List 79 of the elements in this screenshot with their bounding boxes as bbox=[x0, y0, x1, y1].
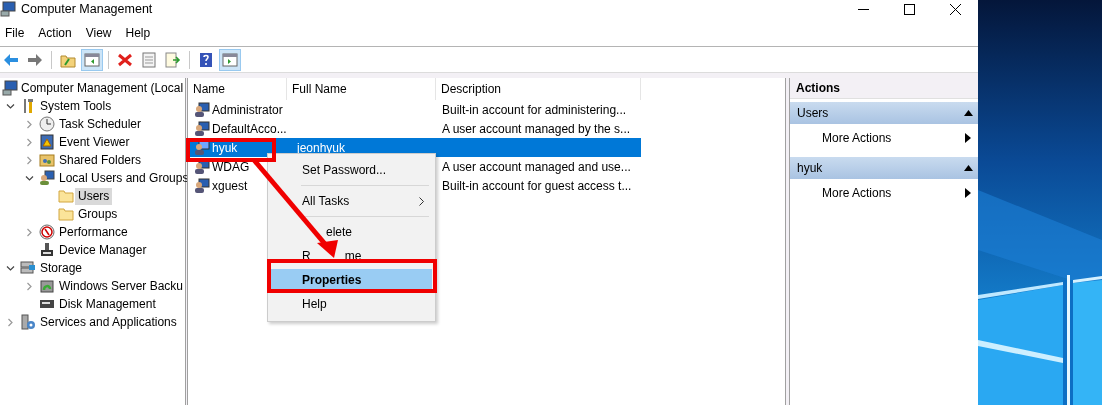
chevron-down-icon bbox=[5, 101, 15, 111]
shared-folder-icon bbox=[39, 152, 55, 168]
properties-icon bbox=[141, 51, 157, 68]
users-icon bbox=[39, 170, 55, 186]
tree-item[interactable]: Groups bbox=[75, 205, 121, 223]
chevron-down-icon bbox=[24, 173, 34, 183]
table-cell: Administrator bbox=[212, 102, 283, 117]
menu-item[interactable]: Help bbox=[119, 26, 159, 40]
services-icon bbox=[20, 314, 36, 330]
tree-item[interactable]: Services and Applications bbox=[37, 313, 180, 331]
tree-item[interactable]: Shared Folders bbox=[56, 151, 145, 169]
user-account-icon bbox=[194, 139, 210, 156]
folder-icon bbox=[58, 206, 74, 222]
app-icon bbox=[0, 1, 16, 17]
action-link[interactable]: More Actions bbox=[790, 182, 978, 204]
user-account-icon bbox=[194, 120, 210, 137]
table-cell: WDAG bbox=[212, 159, 250, 174]
folder-icon bbox=[58, 188, 74, 204]
close-icon bbox=[949, 3, 961, 15]
table-cell: Built-in account for guest access t... bbox=[442, 178, 632, 193]
table-cell: A user account managed and use... bbox=[442, 159, 631, 174]
log-book-icon bbox=[39, 134, 55, 150]
action-section-header[interactable]: Users bbox=[790, 102, 978, 124]
action-section-header[interactable]: hyuk bbox=[790, 157, 978, 179]
table-cell: A user account managed by the s... bbox=[442, 121, 631, 136]
help-icon bbox=[198, 51, 214, 68]
tree-item[interactable]: Task Scheduler bbox=[56, 115, 145, 133]
menu-item[interactable]: View bbox=[79, 26, 120, 40]
submenu-arrow-icon bbox=[965, 188, 971, 198]
table-cell: xguest bbox=[212, 178, 248, 193]
delete-icon bbox=[117, 51, 133, 68]
tree-item[interactable]: Disk Management bbox=[56, 295, 159, 313]
collapse-icon bbox=[964, 165, 973, 171]
tree-item[interactable]: Storage bbox=[37, 259, 86, 277]
action-link[interactable]: More Actions bbox=[790, 127, 978, 149]
actions-title: Actions bbox=[790, 78, 978, 99]
forward-arrow-icon bbox=[27, 51, 43, 68]
gauge-icon bbox=[39, 224, 55, 240]
backup-icon bbox=[39, 278, 55, 294]
chevron-right-icon bbox=[24, 281, 34, 291]
toolbar-button[interactable] bbox=[81, 48, 103, 71]
tree-item[interactable]: Local Users and Groups bbox=[56, 169, 192, 187]
export-list-icon bbox=[165, 51, 181, 68]
device-icon bbox=[39, 242, 55, 258]
tree-item[interactable]: Computer Management (Local bbox=[18, 79, 187, 97]
tree-item[interactable]: Device Manager bbox=[56, 241, 150, 259]
table-cell: DefaultAcco... bbox=[212, 121, 287, 136]
window-title: Computer Management bbox=[21, 2, 153, 16]
collapse-icon bbox=[964, 110, 973, 116]
pane-icon bbox=[84, 51, 100, 68]
maximize-icon bbox=[903, 3, 915, 15]
storage-icon bbox=[20, 260, 36, 276]
menu-item[interactable]: Set Password... bbox=[271, 159, 432, 181]
tree-item[interactable]: Users bbox=[75, 187, 113, 205]
tree-item[interactable]: Windows Server Backu bbox=[56, 277, 187, 295]
menu-item[interactable]: elete bbox=[271, 221, 432, 243]
tree-item[interactable]: Performance bbox=[56, 223, 131, 241]
submenu-arrow-icon bbox=[965, 133, 971, 143]
menu-item[interactable]: File bbox=[0, 26, 33, 40]
table-cell: Built-in account for administering... bbox=[442, 102, 627, 117]
toolbar-button[interactable] bbox=[219, 48, 241, 71]
clock-icon bbox=[39, 116, 55, 132]
table-cell: jeonhyuk bbox=[297, 140, 346, 155]
column-header[interactable]: Description bbox=[436, 78, 641, 100]
column-header[interactable]: Name bbox=[188, 78, 287, 100]
menu-item[interactable]: Help bbox=[271, 293, 432, 315]
tree-item[interactable]: System Tools bbox=[37, 97, 115, 115]
chevron-down-icon bbox=[5, 263, 15, 273]
user-account-icon bbox=[194, 101, 210, 118]
chevron-right-icon bbox=[5, 317, 15, 327]
tree-item[interactable]: Event Viewer bbox=[56, 133, 133, 151]
menu-item[interactable]: All Tasks bbox=[271, 190, 432, 212]
menu-item[interactable]: Action bbox=[32, 26, 80, 40]
table-cell: hyuk bbox=[212, 140, 238, 155]
user-account-icon bbox=[194, 177, 210, 194]
chevron-right-icon bbox=[24, 227, 34, 237]
column-header[interactable]: Full Name bbox=[287, 78, 436, 100]
menu-item[interactable]: Properties bbox=[271, 269, 432, 291]
action-pane-icon bbox=[222, 51, 238, 68]
